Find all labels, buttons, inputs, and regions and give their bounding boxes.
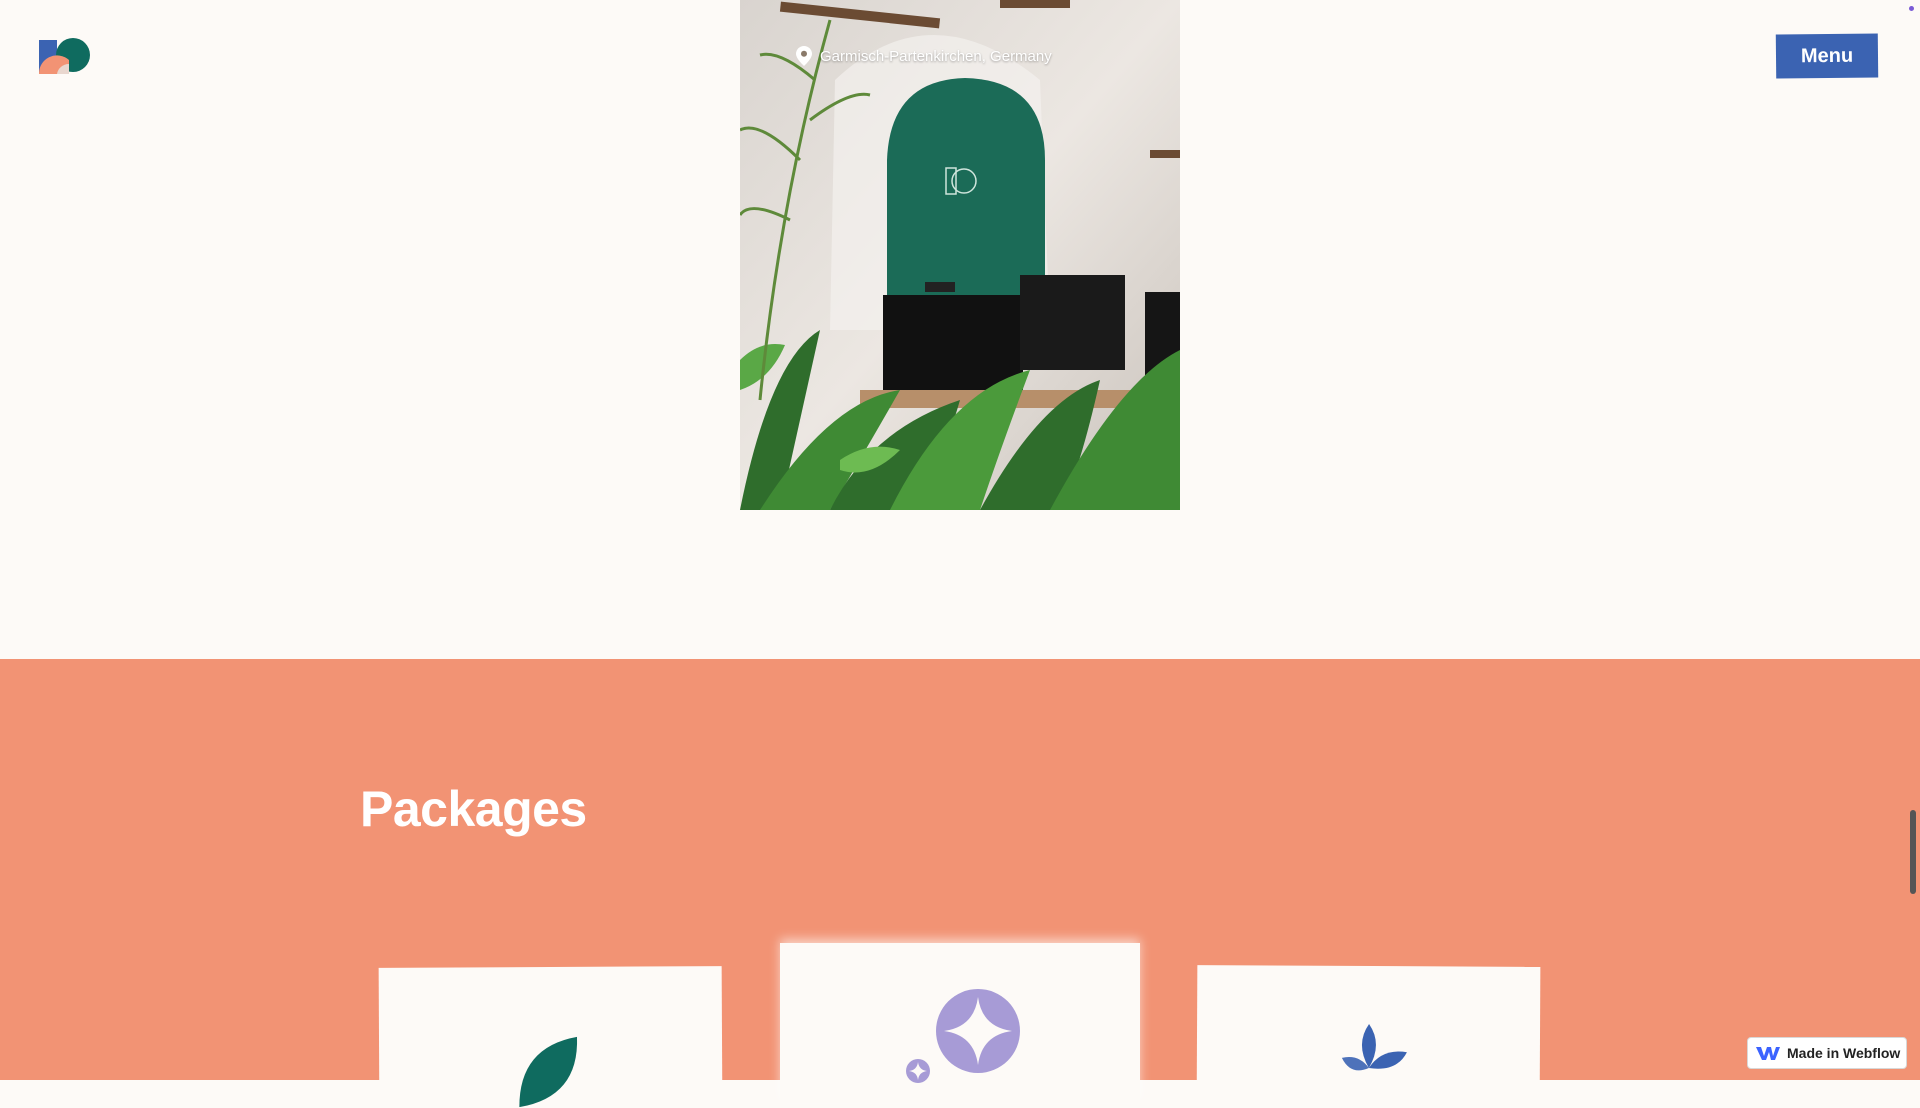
sparkle-icon [906,989,1020,1083]
package-card-3[interactable] [1196,965,1541,1107]
location-tag: Garmisch-Partenkirchen, Germany [796,46,1052,66]
map-pin-icon [796,46,812,66]
status-dot [1909,6,1914,11]
webflow-icon [1756,1047,1780,1060]
packages-heading: Packages [360,781,587,837]
scrollbar-thumb[interactable] [1910,810,1916,894]
location-text: Garmisch-Partenkirchen, Germany [820,47,1052,65]
hero-photo: Garmisch-Partenkirchen, Germany [740,0,1180,510]
brand-logo-icon[interactable] [38,38,93,76]
sprout-icon [1341,1024,1407,1071]
package-card-2[interactable] [780,943,1140,1103]
made-in-webflow-badge[interactable]: Made in Webflow [1747,1037,1907,1069]
menu-button[interactable]: Menu [1775,33,1879,79]
package-card-1[interactable] [378,966,723,1108]
webflow-badge-label: Made in Webflow [1787,1045,1901,1061]
leaf-icon [519,1036,578,1108]
